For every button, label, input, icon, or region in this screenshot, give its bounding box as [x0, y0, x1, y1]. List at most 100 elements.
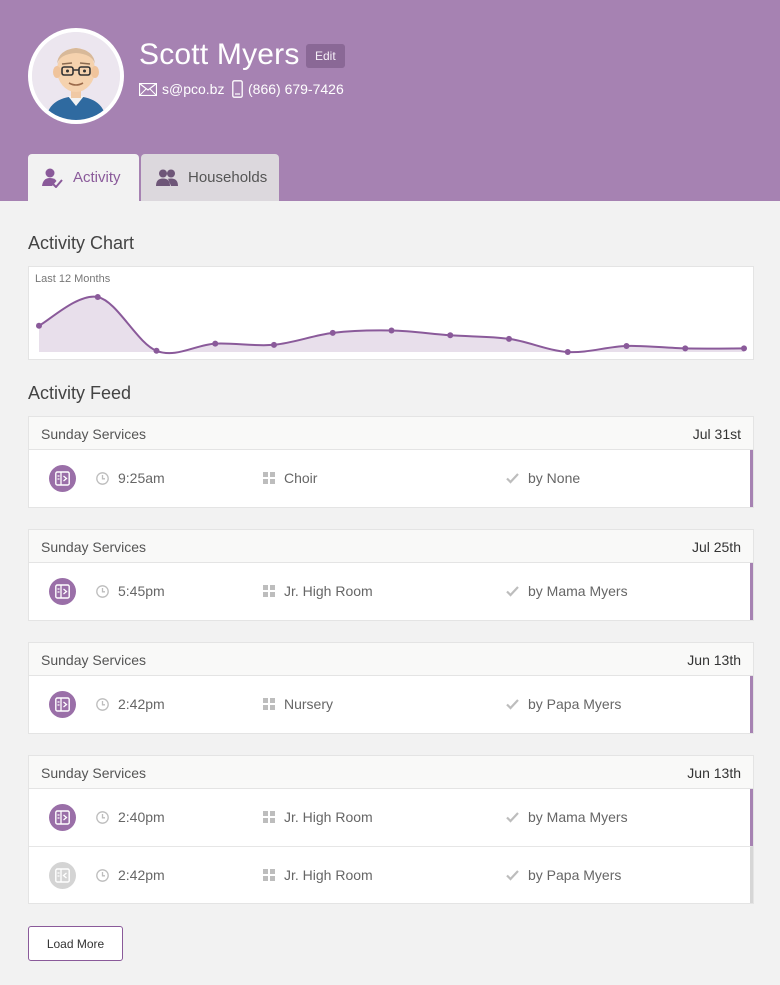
- checkin-time-text: 9:25am: [118, 470, 165, 486]
- tab-activity[interactable]: Activity: [28, 154, 139, 201]
- chart-area-fill: [39, 296, 744, 354]
- clock-icon: [96, 471, 109, 485]
- profile-header: Scott Myers Edit s@pco.bz (866) 679-7426…: [0, 0, 780, 201]
- checkin-by-text: by Mama Myers: [528, 809, 628, 825]
- event-name: Sunday Services: [41, 652, 147, 668]
- feed-group: Sunday Services Jul 31st 9:25am Choir by…: [28, 416, 754, 508]
- tab-activity-label: Activity: [73, 169, 121, 186]
- checkin-time-text: 2:42pm: [118, 696, 165, 712]
- avatar-image: [32, 32, 120, 120]
- checkin-location: Jr. High Room: [263, 583, 373, 599]
- feed-group: Sunday Services Jul 25th 5:45pm Jr. High…: [28, 529, 754, 621]
- checkin-location: Nursery: [263, 696, 333, 712]
- location-grid-icon: [263, 869, 275, 881]
- checkin-row[interactable]: 9:25am Choir by None: [29, 450, 753, 507]
- feed-group-header: Sunday Services Jun 13th: [29, 756, 753, 789]
- phone-link[interactable]: (866) 679-7426: [232, 79, 344, 99]
- checkin-by-text: by Mama Myers: [528, 583, 628, 599]
- envelope-icon: [139, 82, 157, 96]
- activity-chart-title: Activity Chart: [28, 233, 135, 253]
- checkmark-icon: [506, 698, 519, 710]
- checkin-location-text: Jr. High Room: [284, 867, 373, 883]
- checkin-time: 9:25am: [96, 470, 165, 486]
- phone-text: (866) 679-7426: [248, 81, 344, 97]
- checkin-time-text: 2:40pm: [118, 809, 165, 825]
- location-grid-icon: [263, 811, 275, 823]
- chart-point-4: [271, 341, 277, 348]
- checkin-location-text: Jr. High Room: [284, 809, 373, 825]
- checkmark-icon: [506, 811, 519, 823]
- checkin-location-text: Jr. High Room: [284, 583, 373, 599]
- chart-point-2: [153, 347, 160, 354]
- checkin-time: 2:42pm: [96, 696, 165, 712]
- chart-point-12: [741, 345, 747, 352]
- chart-point-9: [564, 349, 571, 355]
- person-check-icon: [42, 168, 63, 188]
- chart-caption: Last 12 Months: [35, 273, 111, 285]
- checkin-kiosk-icon: [49, 691, 76, 718]
- checkout-kiosk-icon: [49, 862, 76, 889]
- chart-point-8: [506, 335, 512, 342]
- checkmark-icon: [506, 472, 519, 484]
- chart-point-1: [94, 294, 101, 300]
- checkin-row[interactable]: 2:40pm Jr. High Room by Mama Myers: [29, 789, 753, 846]
- email-text: s@pco.bz: [162, 81, 225, 97]
- checkin-row[interactable]: 5:45pm Jr. High Room by Mama Myers: [29, 563, 753, 620]
- checkin-location: Jr. High Room: [263, 867, 373, 883]
- clock-icon: [96, 697, 109, 711]
- checkin-kiosk-icon: [49, 465, 76, 492]
- checkin-by: by Papa Myers: [506, 696, 621, 712]
- location-grid-icon: [263, 698, 275, 710]
- chart-point-11: [682, 345, 689, 352]
- checkin-time-text: 5:45pm: [118, 583, 165, 599]
- event-name: Sunday Services: [41, 765, 147, 781]
- profile-name: Scott Myers: [139, 38, 300, 71]
- feed-group: Sunday Services Jun 13th 2:42pm Nursery …: [28, 642, 754, 734]
- clock-icon: [96, 868, 109, 882]
- checkmark-icon: [506, 585, 519, 597]
- chart-point-7: [447, 332, 454, 339]
- chart-point-0: [36, 322, 42, 329]
- checkin-by-text: by None: [528, 470, 581, 486]
- checkin-by-text: by Papa Myers: [528, 867, 622, 883]
- checkin-row[interactable]: 2:42pm Jr. High Room by Papa Myers: [29, 846, 753, 903]
- mobile-phone-icon: [232, 80, 243, 98]
- chart-point-6: [388, 327, 395, 334]
- checkin-kiosk-icon: [49, 578, 76, 605]
- event-date: Jun 13th: [687, 765, 741, 781]
- chart-point-10: [623, 343, 630, 350]
- load-more-button[interactable]: Load More: [28, 926, 123, 961]
- checkin-time: 5:45pm: [96, 583, 165, 599]
- checkin-by: by Papa Myers: [506, 867, 621, 883]
- activity-chart: Last 12 Months: [28, 266, 754, 360]
- chart-point-5: [329, 329, 336, 336]
- checkin-by: by Mama Myers: [506, 809, 628, 825]
- checkin-row[interactable]: 2:42pm Nursery by Papa Myers: [29, 676, 753, 733]
- clock-icon: [96, 584, 109, 598]
- edit-button[interactable]: Edit: [306, 44, 345, 68]
- event-name: Sunday Services: [41, 539, 147, 555]
- feed-group-header: Sunday Services Jul 25th: [29, 530, 753, 563]
- checkin-location-text: Nursery: [284, 696, 334, 712]
- checkin-location: Choir: [263, 470, 317, 486]
- location-grid-icon: [263, 472, 275, 484]
- checkin-time-text: 2:42pm: [118, 867, 165, 883]
- feed-group: Sunday Services Jun 13th 2:40pm Jr. High…: [28, 755, 754, 904]
- email-link[interactable]: s@pco.bz: [139, 79, 224, 99]
- avatar[interactable]: [28, 28, 124, 124]
- location-grid-icon: [263, 585, 275, 597]
- activity-feed-title: Activity Feed: [28, 383, 132, 403]
- clock-icon: [96, 810, 109, 824]
- checkin-by: by None: [506, 470, 580, 486]
- checkin-location-text: Choir: [284, 470, 318, 486]
- chart-point-3: [212, 340, 219, 347]
- activity-chart-plot: [36, 294, 747, 355]
- tab-households[interactable]: Households: [141, 154, 279, 201]
- event-name: Sunday Services: [41, 426, 147, 442]
- event-date: Jul 31st: [692, 426, 741, 442]
- event-date: Jun 13th: [687, 652, 741, 668]
- checkin-time: 2:42pm: [96, 867, 165, 883]
- feed-group-header: Sunday Services Jun 13th: [29, 643, 753, 676]
- checkin-by: by Mama Myers: [506, 583, 628, 599]
- checkin-time: 2:40pm: [96, 809, 165, 825]
